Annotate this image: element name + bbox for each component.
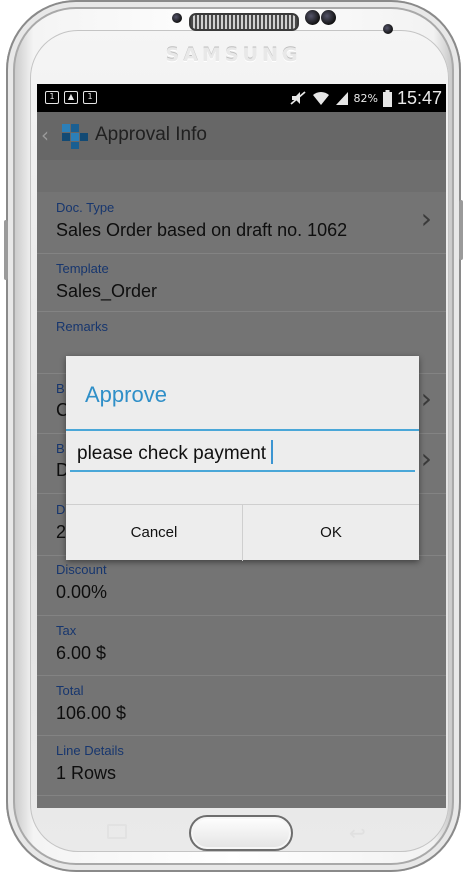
status-time: 15:47 [396, 87, 442, 108]
front-camera [383, 24, 393, 34]
chevron-right-icon: › [420, 202, 432, 235]
app-logo-icon[interactable] [61, 122, 89, 150]
ok-button[interactable]: OK [242, 505, 419, 561]
field-value: 2 [56, 522, 67, 542]
image-notification-icon: ▲ [64, 91, 78, 104]
field-value: 106.00 $ [56, 703, 127, 723]
field-label: Total [56, 683, 84, 698]
chevron-right-icon: › [420, 382, 432, 415]
cancel-button[interactable]: Cancel [66, 505, 242, 561]
doc-type-row[interactable]: Doc. Type Sales Order based on draft no.… [37, 192, 446, 254]
field-value: 1 Rows [56, 763, 117, 783]
sensor-dot [305, 10, 320, 25]
chevron-right-icon: › [420, 442, 432, 475]
field-value: Sales Order based on draft no. 1062 [56, 220, 348, 240]
mute-icon [289, 91, 306, 105]
status-bar: 1 ▲ 1 82% 15:47 [37, 84, 446, 112]
field-value: Sales_Order [56, 281, 158, 301]
remarks-input[interactable]: please check payment [70, 438, 415, 472]
line-details-row[interactable]: Line Details 1 Rows [37, 736, 446, 796]
discount-row: Discount 0.00% [37, 556, 446, 616]
notification-icon: 1 [45, 91, 59, 104]
field-label: Line Details [56, 743, 124, 758]
power-button [459, 200, 463, 260]
page-title: Approval Info [95, 124, 207, 145]
template-row: Template Sales_Order [37, 254, 446, 312]
action-bar: ‹ Approval Info [37, 112, 446, 160]
volume-button [4, 220, 8, 280]
dialog-title-divider [66, 429, 419, 431]
status-right: 82% 15:47 [289, 84, 442, 112]
back-key-icon[interactable]: ↩ [349, 821, 366, 845]
field-label: B [56, 441, 65, 456]
sensor-dot [172, 13, 182, 23]
dialog-button-bar: Cancel OK [66, 504, 419, 561]
brand-logo: SAMSUNG [165, 44, 302, 66]
input-text: please check payment [77, 443, 267, 464]
chevron-left-icon[interactable]: ‹ [41, 123, 49, 147]
field-value: 0.00% [56, 582, 108, 602]
battery-percent: 82% [353, 91, 378, 105]
signal-icon [335, 92, 348, 105]
home-button[interactable] [189, 815, 293, 851]
field-label: Template [56, 261, 109, 276]
field-label: B [56, 381, 65, 396]
sensor-dot [321, 10, 336, 25]
field-label: Remarks [56, 319, 109, 334]
field-label: Doc. Type [56, 200, 115, 215]
approve-dialog: Approve please check payment Cancel OK [66, 356, 419, 561]
menu-key-icon[interactable] [107, 824, 127, 839]
calendar-notification-icon: 1 [83, 91, 97, 104]
field-label: Tax [56, 623, 77, 638]
total-row: Total 106.00 $ [37, 676, 446, 736]
phone-screen: 1 ▲ 1 82% 15:47 ‹ Approval Info Doc. Typ… [37, 84, 446, 808]
header-spacer [37, 160, 446, 192]
dialog-title: Approve [85, 382, 167, 407]
field-value: 6.00 $ [56, 643, 107, 663]
tax-row: Tax 6.00 $ [37, 616, 446, 676]
text-caret [271, 440, 274, 464]
field-label: D [56, 502, 66, 517]
earpiece-speaker [189, 13, 299, 31]
battery-icon [382, 89, 392, 107]
wifi-icon [312, 91, 329, 105]
field-label: Discount [56, 562, 107, 577]
